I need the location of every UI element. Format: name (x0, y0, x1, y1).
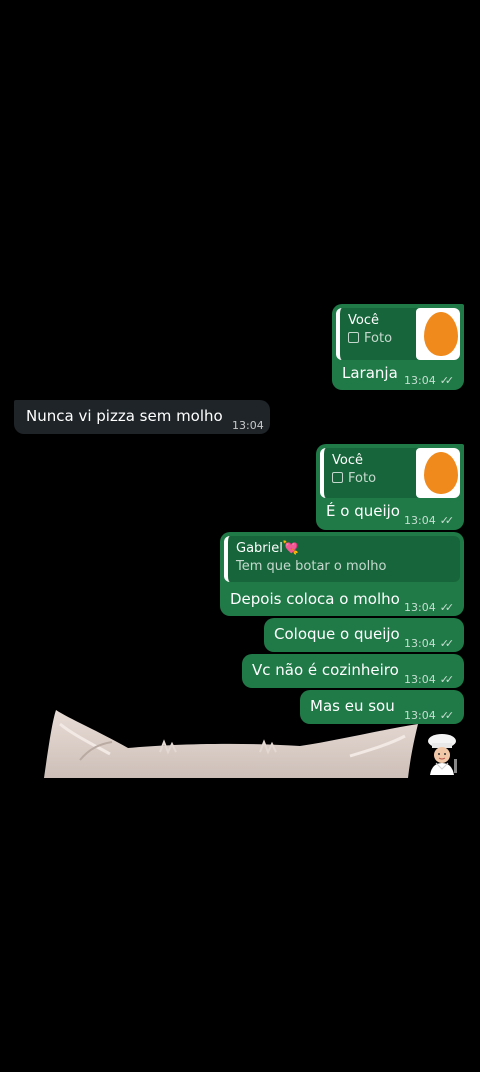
chat-area: Você Foto Laranja 13:04 ✓✓ Nunca vi pizza… (0, 0, 480, 1072)
message-bubble-outgoing[interactable]: Vc não é cozinheiro 13:04 ✓✓ (242, 654, 464, 688)
message-time: 13:04 (404, 514, 436, 527)
double-check-icon: ✓✓ (439, 637, 455, 650)
double-check-icon: ✓✓ (439, 374, 455, 387)
message-text: Depois coloca o molho (230, 590, 400, 608)
reply-preview-text: Foto (364, 331, 393, 346)
message-time: 13:04 (404, 673, 436, 686)
photo-icon (348, 332, 359, 343)
chef-sticker-icon (428, 734, 457, 775)
reply-quote[interactable]: Gabriel💘 Tem que botar o molho (224, 536, 460, 582)
message-time: 13:04 (404, 637, 436, 650)
message-meta: 13:04 ✓✓ (404, 371, 455, 391)
message-text: Laranja (342, 364, 398, 382)
reply-quote[interactable]: Você Foto (336, 308, 460, 360)
reply-thumbnail (416, 308, 460, 360)
orange-image (424, 452, 458, 494)
cat-ears-image (44, 710, 418, 778)
double-check-icon: ✓✓ (439, 673, 455, 686)
message-text: Nunca vi pizza sem molho (26, 407, 223, 425)
message-bubble-incoming[interactable]: Nunca vi pizza sem molho 13:04 (14, 400, 270, 434)
reply-thumbnail (416, 448, 460, 498)
message-bubble-outgoing[interactable]: Gabriel💘 Tem que botar o molho Depois co… (220, 532, 464, 616)
message-time: 13:04 (404, 601, 436, 614)
reply-author: Gabriel💘 (236, 541, 300, 556)
message-meta: 13:04 ✓✓ (404, 511, 455, 531)
message-meta: 13:04 ✓✓ (404, 598, 455, 618)
message-text: Coloque o queijo (274, 625, 400, 643)
photo-icon (332, 472, 343, 483)
message-text: Vc não é cozinheiro (252, 661, 399, 679)
message-meta: 13:04 ✓✓ (404, 670, 455, 690)
reply-preview-text: Foto (348, 471, 377, 486)
reply-preview-text: Tem que botar o molho (236, 559, 387, 574)
double-check-icon: ✓✓ (439, 514, 455, 527)
message-text: É o queijo (326, 502, 400, 520)
message-bubble-outgoing[interactable]: Você Foto É o queijo 13:04 ✓✓ (316, 444, 464, 530)
reply-quote[interactable]: Você Foto (320, 448, 460, 498)
message-time: 13:04 (404, 374, 436, 387)
message-time: 13:04 (232, 419, 264, 432)
double-check-icon: ✓✓ (439, 601, 455, 614)
orange-image (424, 312, 458, 356)
message-bubble-outgoing[interactable]: Coloque o queijo 13:04 ✓✓ (264, 618, 464, 652)
message-bubble-outgoing[interactable]: Você Foto Laranja 13:04 ✓✓ (332, 304, 464, 390)
message-meta: 13:04 ✓✓ (404, 634, 455, 654)
